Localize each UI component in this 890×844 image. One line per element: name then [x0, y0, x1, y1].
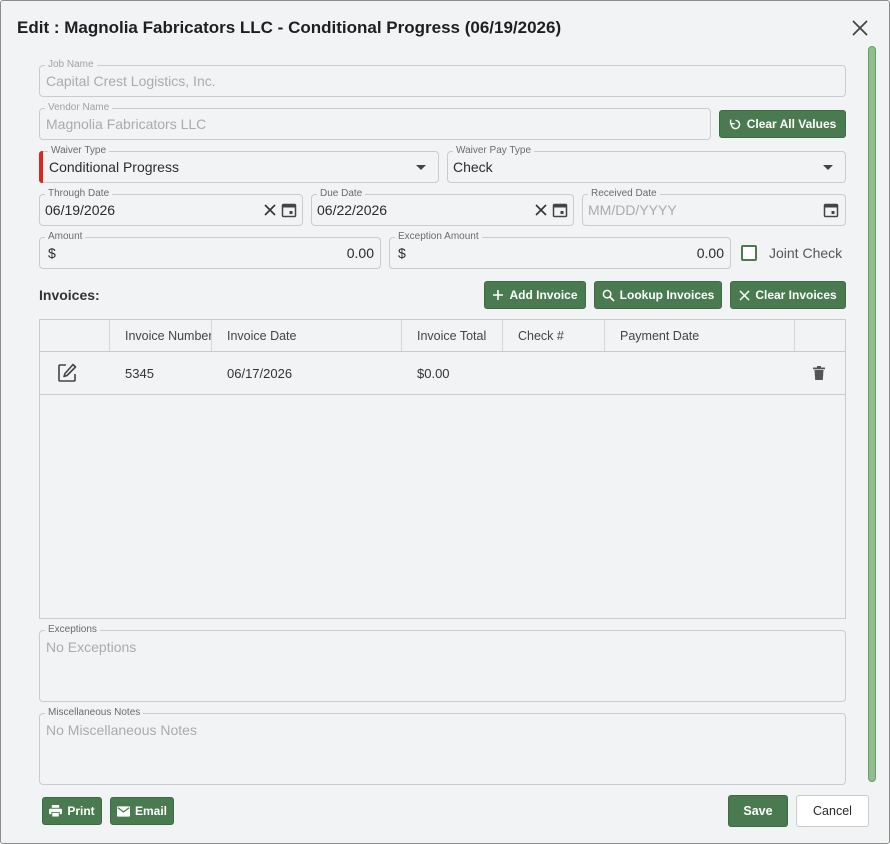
column-header[interactable]: Invoice Total	[402, 320, 503, 351]
mail-icon	[116, 805, 130, 817]
add-invoice-label: Add Invoice	[509, 288, 578, 302]
clear-x-icon[interactable]	[262, 202, 278, 218]
due-date-field[interactable]: Due Date 06/22/2026	[311, 188, 574, 226]
required-indicator	[39, 151, 43, 183]
search-icon	[602, 289, 615, 302]
amount-currency: $	[48, 245, 56, 261]
exception-amount-value: 0.00	[696, 245, 724, 261]
close-icon	[852, 20, 868, 36]
printer-icon	[49, 805, 63, 817]
waiver-type-select[interactable]: Waiver Type Conditional Progress	[39, 145, 439, 183]
due-date-value: 06/22/2026	[317, 202, 388, 218]
clear-all-values-button[interactable]: Clear All Values	[719, 110, 846, 138]
dropdown-arrow-icon	[823, 165, 833, 170]
save-label: Save	[743, 804, 773, 818]
column-header[interactable]: Payment Date	[605, 320, 795, 351]
exception-amount-field[interactable]: Exception Amount $ 0.00	[389, 231, 731, 269]
lookup-invoices-button[interactable]: Lookup Invoices	[594, 281, 722, 309]
waiver-pay-type-label: Waiver Pay Type	[453, 145, 535, 157]
print-button[interactable]: Print	[42, 797, 102, 825]
through-date-label: Through Date	[45, 188, 113, 200]
exceptions-placeholder: No Exceptions	[46, 639, 137, 655]
clear-invoices-button[interactable]: Clear Invoices	[730, 281, 846, 309]
invoices-table: Invoice Number Invoice Date Invoice Tota…	[39, 319, 846, 619]
edit-invoice-button[interactable]	[56, 352, 78, 394]
received-date-field[interactable]: Received Date MM/DD/YYYY	[582, 188, 846, 226]
add-invoice-button[interactable]: Add Invoice	[484, 281, 586, 309]
misc-notes-textarea[interactable]: Miscellaneous Notes No Miscellaneous Not…	[39, 707, 846, 785]
invoices-section-label: Invoices:	[39, 287, 100, 303]
column-header[interactable]: Invoice Date	[212, 320, 402, 351]
table-header: Invoice Number Invoice Date Invoice Tota…	[40, 320, 845, 352]
scrollbar-thumb[interactable]	[868, 46, 876, 782]
misc-notes-placeholder: No Miscellaneous Notes	[46, 722, 197, 738]
calendar-icon[interactable]	[281, 202, 297, 218]
column-header[interactable]: Check #	[503, 320, 605, 351]
invoice-number-cell: 5345	[125, 365, 154, 381]
clear-all-values-label: Clear All Values	[746, 117, 837, 131]
table-row: 5345 06/17/2026 $0.00	[40, 352, 845, 395]
trash-icon	[813, 366, 825, 380]
column-header-actions	[40, 320, 110, 351]
cancel-button[interactable]: Cancel	[796, 795, 869, 827]
payment-date-cell	[605, 352, 620, 394]
column-header[interactable]: Invoice Number	[110, 320, 212, 351]
waiver-pay-type-value: Check	[453, 159, 493, 175]
job-name-value: Capital Crest Logistics, Inc.	[46, 73, 216, 89]
through-date-field[interactable]: Through Date 06/19/2026	[39, 188, 303, 226]
waiver-type-label: Waiver Type	[48, 145, 110, 157]
amount-label: Amount	[45, 231, 86, 243]
clear-x-icon	[739, 289, 750, 301]
delete-invoice-button[interactable]	[813, 352, 825, 394]
amount-value: 0.00	[346, 245, 374, 261]
exceptions-textarea[interactable]: Exceptions No Exceptions	[39, 624, 846, 702]
refresh-icon	[729, 119, 740, 129]
through-date-value: 06/19/2026	[45, 202, 116, 218]
dropdown-arrow-icon	[416, 165, 426, 170]
email-button[interactable]: Email	[110, 797, 174, 825]
exceptions-label: Exceptions	[45, 624, 100, 636]
vendor-name-label: Vendor Name	[45, 102, 113, 114]
misc-notes-label: Miscellaneous Notes	[45, 707, 144, 719]
vendor-name-value: Magnolia Fabricators LLC	[46, 116, 207, 132]
edit-icon	[58, 363, 77, 382]
invoice-date-cell: 06/17/2026	[227, 365, 293, 381]
plus-icon	[493, 290, 504, 300]
email-label: Email	[134, 804, 167, 818]
waiver-type-value: Conditional Progress	[49, 159, 179, 175]
joint-check-label: Joint Check	[769, 245, 843, 261]
exception-amount-currency: $	[398, 245, 406, 261]
clear-invoices-label: Clear Invoices	[755, 288, 837, 302]
lookup-invoices-label: Lookup Invoices	[619, 288, 715, 302]
job-name-label: Job Name	[45, 59, 97, 71]
close-button[interactable]	[849, 17, 871, 39]
amount-field[interactable]: Amount $ 0.00	[39, 231, 381, 269]
clear-x-icon[interactable]	[533, 202, 549, 218]
waiver-pay-type-select[interactable]: Waiver Pay Type Check	[447, 145, 846, 183]
due-date-label: Due Date	[317, 188, 366, 200]
check-number-cell	[503, 352, 518, 394]
invoice-total-cell: $0.00	[417, 365, 450, 381]
job-name-field: Job Name Capital Crest Logistics, Inc.	[39, 59, 846, 97]
received-date-placeholder: MM/DD/YYYY	[588, 202, 677, 218]
cancel-label: Cancel	[813, 804, 852, 818]
vendor-name-field: Vendor Name Magnolia Fabricators LLC	[39, 102, 711, 140]
calendar-icon[interactable]	[823, 202, 839, 218]
calendar-icon[interactable]	[552, 202, 568, 218]
print-label: Print	[67, 804, 95, 818]
column-header-delete	[795, 320, 845, 351]
exception-amount-label: Exception Amount	[395, 231, 482, 243]
dialog-title: Edit : Magnolia Fabricators LLC - Condit…	[17, 18, 562, 37]
save-button[interactable]: Save	[728, 795, 788, 827]
received-date-label: Received Date	[588, 188, 660, 200]
edit-waiver-dialog: Edit : Magnolia Fabricators LLC - Condit…	[0, 0, 890, 844]
joint-check-checkbox[interactable]	[741, 245, 757, 261]
